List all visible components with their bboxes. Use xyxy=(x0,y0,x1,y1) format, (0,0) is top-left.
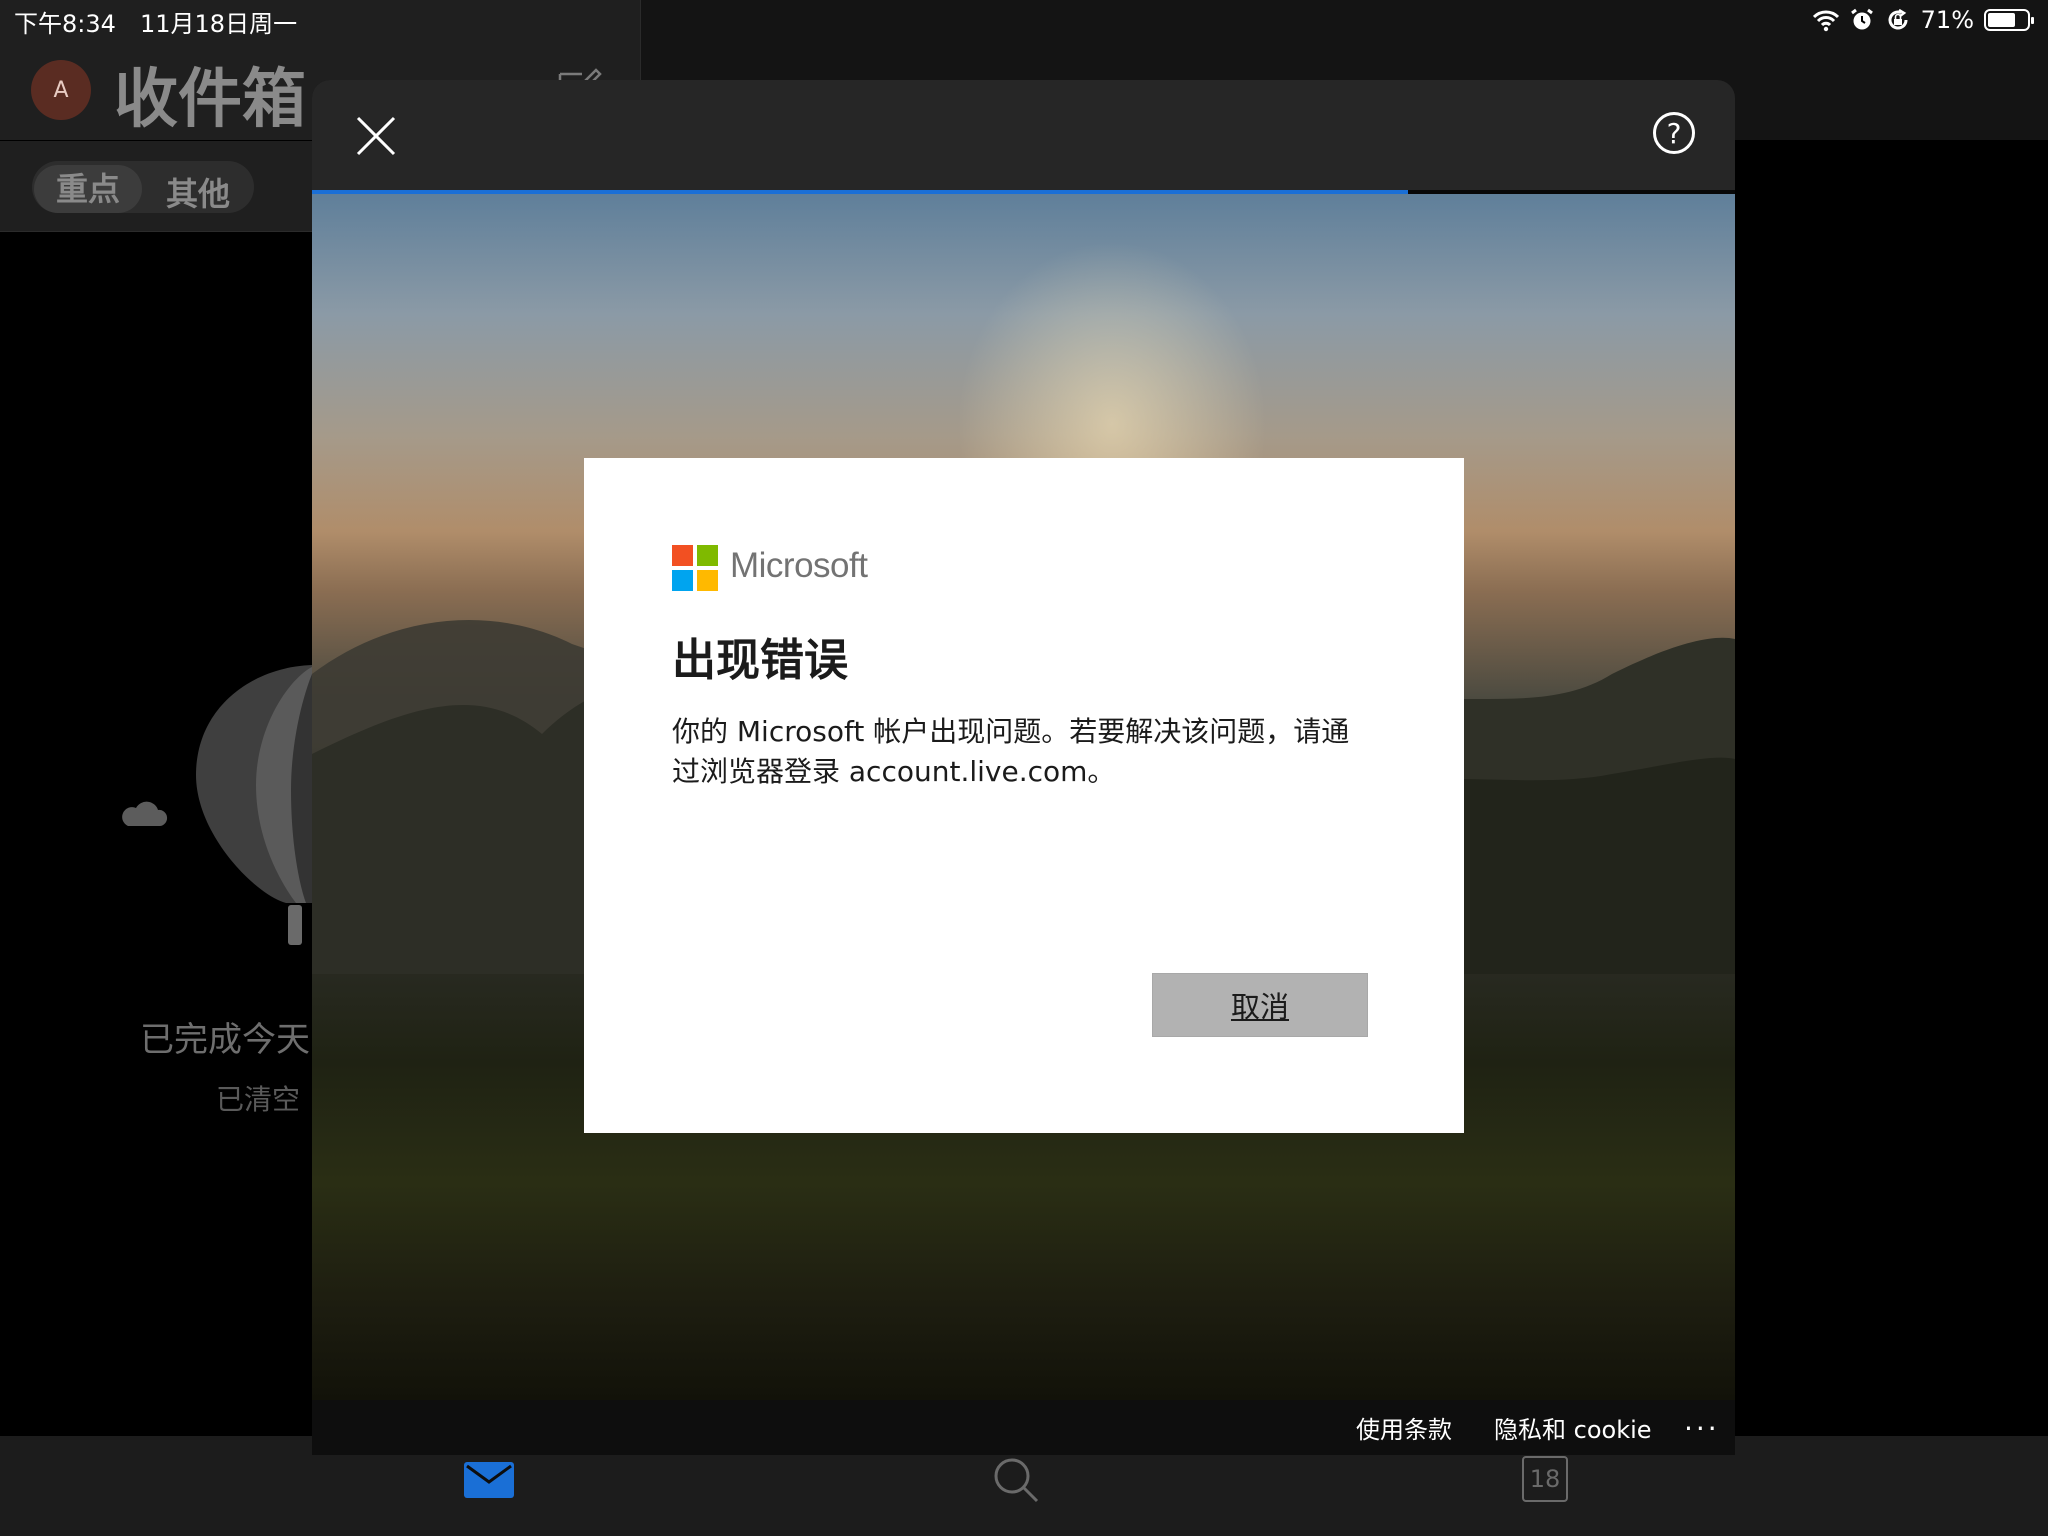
terms-of-use-link[interactable]: 使用条款 xyxy=(1356,1410,1452,1445)
calendar-icon[interactable]: 18 xyxy=(1522,1456,1568,1502)
status-time: 下午8:34 xyxy=(14,10,116,38)
privacy-cookies-link[interactable]: 隐私和 cookie xyxy=(1494,1410,1652,1445)
hot-air-balloon-icon xyxy=(196,665,316,945)
close-icon[interactable] xyxy=(354,114,398,158)
avatar[interactable]: A xyxy=(31,60,91,120)
battery-fill xyxy=(1988,13,2015,27)
alarm-icon xyxy=(1850,8,1873,30)
microsoft-logo-icon xyxy=(672,545,718,591)
cancel-button[interactable]: 取消 xyxy=(1152,973,1368,1037)
empty-state-title: 已完成今天 xyxy=(140,1020,310,1060)
error-message: 你的 Microsoft 帐户出现问题。若要解决该问题，请通过浏览器登录 acc… xyxy=(672,715,1350,788)
status-bar: 下午8:34 11月18日周一 71% xyxy=(0,0,2048,40)
more-options-icon[interactable]: ... xyxy=(1684,1404,1720,1437)
sheet-header: ? xyxy=(312,80,1735,190)
page-title: 收件箱 xyxy=(114,63,306,137)
empty-state-subtitle: 已清空 xyxy=(216,1083,301,1116)
status-indicators: 71% xyxy=(1812,6,2034,34)
orientation-lock-icon xyxy=(1888,8,1908,30)
search-icon[interactable] xyxy=(992,1456,1040,1504)
tab-focused[interactable]: 重点 xyxy=(34,165,142,213)
status-date: 11月18日周一 xyxy=(140,10,298,38)
microsoft-wordmark: Microsoft xyxy=(730,546,868,585)
cloud-icon xyxy=(122,801,168,826)
battery-icon xyxy=(1984,9,2034,31)
logo-yellow-square xyxy=(697,570,718,591)
tab-other[interactable]: 其他 xyxy=(166,169,230,215)
error-dialog: Microsoft 出现错误 你的 Microsoft 帐户出现问题。若要解决该… xyxy=(584,458,1464,1133)
logo-blue-square xyxy=(672,570,693,591)
wifi-icon xyxy=(1812,10,1839,32)
battery-percentage: 71% xyxy=(1920,6,1974,34)
sheet-footer: 使用条款 隐私和 cookie ... xyxy=(312,1400,1735,1455)
help-icon[interactable]: ? xyxy=(1653,112,1695,154)
mail-icon[interactable] xyxy=(464,1462,514,1498)
logo-red-square xyxy=(672,545,693,566)
logo-green-square xyxy=(697,545,718,566)
error-title: 出现错误 xyxy=(672,635,848,686)
